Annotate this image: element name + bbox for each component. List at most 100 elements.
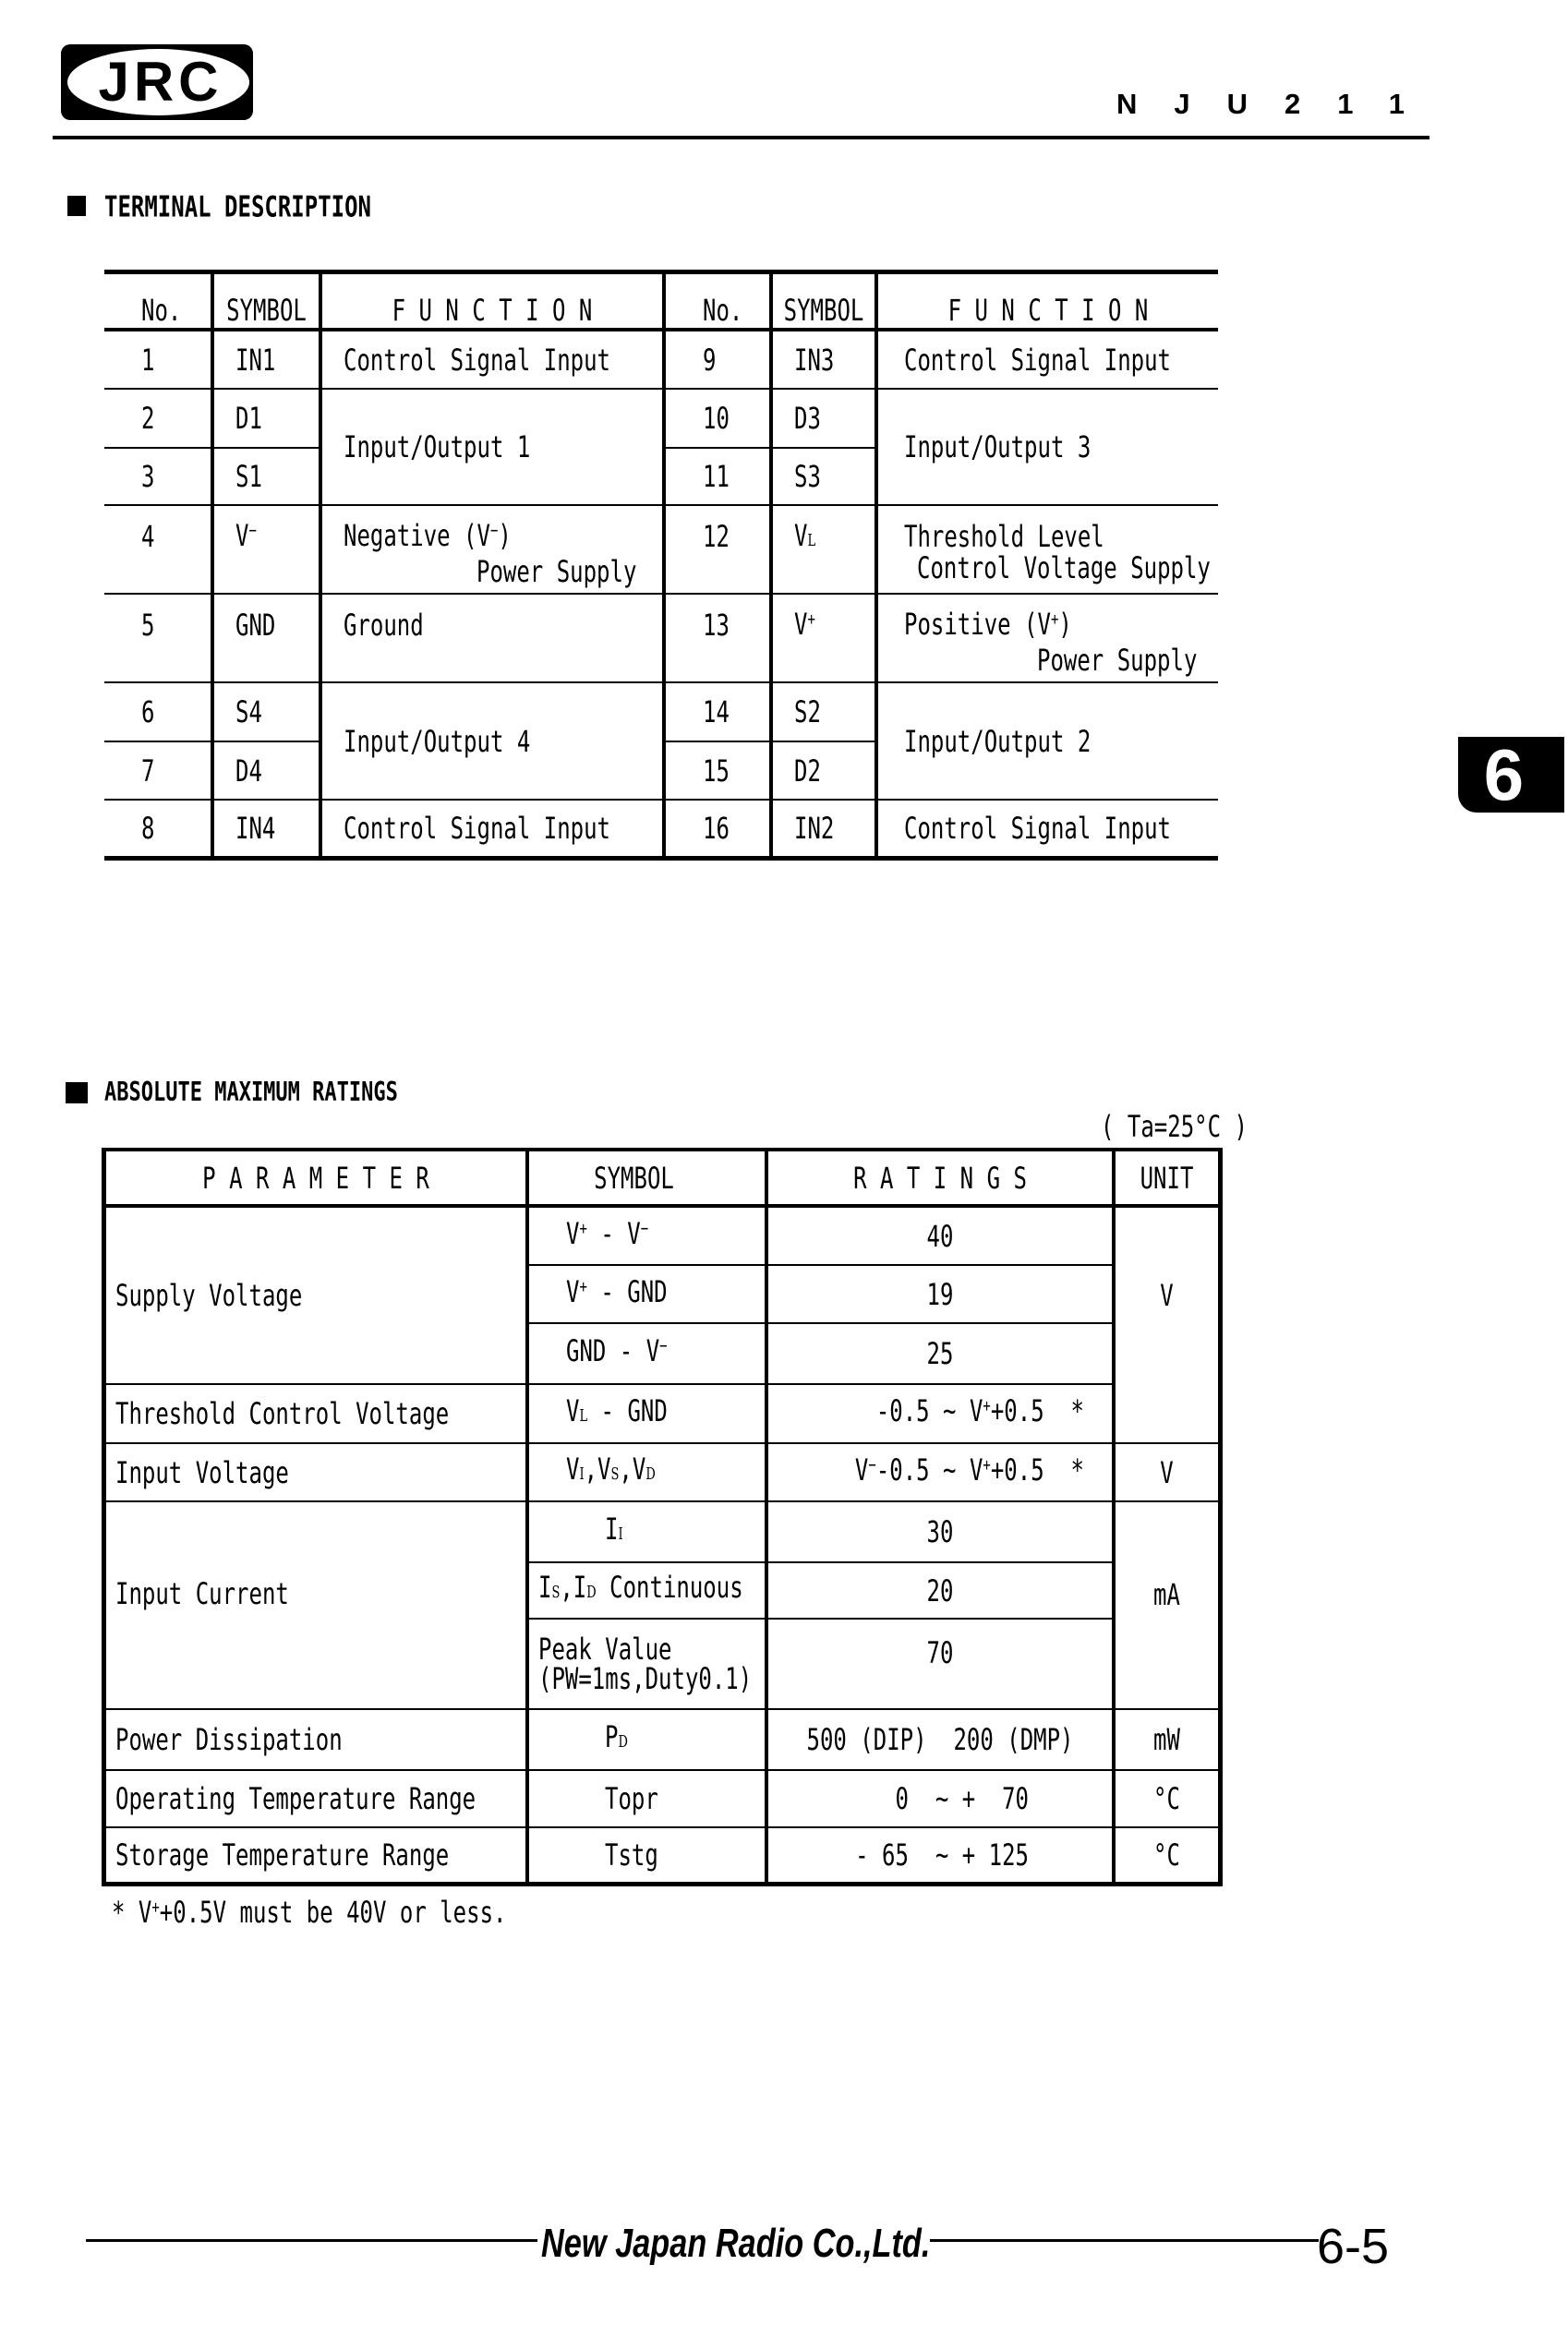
pin-number: 8 (104, 801, 214, 861)
text-segment: * V (112, 1895, 152, 1931)
text-segment: IN2 (794, 811, 835, 846)
unit-text: V (1160, 1278, 1174, 1313)
unit-text: °C (1153, 1781, 1180, 1816)
text-segment: D3 (794, 401, 821, 436)
text-segment: Negative (V (344, 518, 490, 554)
symbol-cell: Tstg (529, 1828, 768, 1886)
pin-symbol: D3 (773, 390, 878, 449)
pin-symbol-text: V− (235, 514, 257, 561)
pin-symbol-text: IN1 (235, 340, 275, 379)
text-segment: Input/Output 2 (904, 723, 1092, 759)
pin-number: 5 (104, 595, 214, 683)
text-segment: Control Voltage Supply (917, 550, 1211, 585)
text-segment: Control Signal Input (344, 342, 610, 378)
footer-rule-left (86, 2239, 537, 2242)
parameter-name: Power Dissipation (102, 1710, 529, 1771)
pin-number: 4 (104, 506, 214, 595)
header-label: R A T I N G S (853, 1160, 1027, 1196)
header-label: P A R A M E T E R (202, 1160, 429, 1196)
pin-number: 2 (104, 390, 214, 449)
rating-value: 30 (768, 1502, 1116, 1563)
symbol-cell: Peak Value (PW=1ms,Duty0.1) (529, 1620, 768, 1710)
pin-function: Input/Output 4 (322, 683, 666, 801)
pin-symbol: D1 (214, 390, 322, 449)
text-segment: 0 ∼ + 70 (895, 1781, 1030, 1816)
pin-symbol-text: S3 (794, 456, 821, 496)
text-segment: - GND (587, 1392, 668, 1428)
text-segment: +0.5 * (990, 1452, 1084, 1488)
pin-symbol-text: IN2 (794, 808, 834, 848)
parameter-name: Storage Temperature Range (102, 1828, 529, 1886)
text-segment: Topr (605, 1781, 658, 1816)
text-segment: ,V (584, 1452, 611, 1488)
unit-cell: °C (1116, 1771, 1223, 1828)
header-function-right: F U N C T I O N (878, 270, 1218, 331)
rating-text: 25 (927, 1333, 954, 1373)
section-bullet-icon (66, 1082, 88, 1103)
text-segment: Input/Output 1 (344, 429, 531, 464)
pin-number-text: 10 (703, 401, 730, 436)
pin-function: Negative (V−) Power Supply (322, 506, 666, 595)
pin-function-text: Control Voltage Supply (904, 547, 1211, 589)
symbol-cell: II (529, 1502, 768, 1563)
pin-number: 6 (104, 683, 214, 742)
text-segment: +0.5 * (990, 1393, 1084, 1429)
text-segment: GND - V (566, 1333, 660, 1369)
header-label: SYMBOL (226, 293, 307, 328)
header-function-left: F U N C T I O N (322, 270, 666, 331)
pin-symbol-text: V+ (794, 603, 815, 650)
pin-function-text: Input/Output 3 (904, 427, 1091, 466)
pin-symbol-text: D4 (235, 751, 262, 790)
unit-text: mW (1153, 1722, 1180, 1757)
pin-symbol-text: IN3 (794, 340, 834, 379)
pin-number-text: 1 (141, 342, 155, 378)
pin-number-text: 13 (703, 608, 730, 643)
unit-cell: mW (1116, 1710, 1223, 1771)
header-label: No. (141, 293, 182, 328)
pin-number: 9 (666, 331, 773, 390)
header-symbol-right: SYMBOL (773, 270, 878, 331)
pin-number-text: 2 (141, 401, 155, 436)
unit-cell: °C (1116, 1828, 1223, 1886)
pin-number-text: 16 (703, 811, 730, 846)
text-segment: Input/Output 3 (904, 429, 1092, 464)
symbol-cell: Topr (529, 1771, 768, 1828)
pin-symbol-text: D1 (235, 398, 262, 438)
parameter-name: Input Current (102, 1502, 529, 1710)
text-segment: - 65 ∼ + 125 (855, 1837, 1029, 1873)
pin-symbol-text: IN4 (235, 808, 275, 848)
rating-value: 19 (768, 1266, 1116, 1324)
rating-text: 40 (927, 1216, 954, 1256)
symbol-note-text: (PW=1ms,Duty0.1) (538, 1658, 752, 1698)
pin-symbol: S4 (214, 683, 322, 742)
pin-symbol: IN3 (773, 331, 878, 390)
subscript: L (807, 532, 816, 551)
rating-text: - 65 ∼ + 125 (855, 1835, 1029, 1874)
symbol-cell: VL - GND (529, 1385, 768, 1444)
pin-number: 11 (666, 449, 773, 506)
pin-function: Ground (322, 595, 666, 683)
superscript: + (579, 1218, 587, 1239)
logo-ellipse: JRC (67, 49, 249, 115)
ratings-footnote: * V++0.5V must be 40V or less. (112, 1893, 506, 1938)
text-segment: V (566, 1452, 580, 1488)
text-segment: Continuous (596, 1570, 743, 1606)
pin-function-text: Input/Output 4 (344, 721, 530, 761)
symbol-cell: GND - V− (529, 1324, 768, 1385)
footer-rule-right (930, 2239, 1319, 2242)
pin-function-text: Power Supply (904, 639, 1197, 681)
rating-value: 0 ∼ + 70 (768, 1771, 1116, 1828)
pin-number: 7 (104, 742, 214, 801)
symbol-cell: V+ - GND (529, 1266, 768, 1324)
unit-text: V (1160, 1454, 1174, 1490)
text-segment: D4 (235, 753, 262, 789)
section-title-absolute-maximum-ratings: ABSOLUTE MAXIMUM RATINGS (104, 1078, 398, 1108)
text-segment: V (566, 1392, 580, 1428)
pin-symbol-text: S1 (235, 456, 262, 496)
subscript: I (618, 1524, 623, 1544)
rating-text: 30 (927, 1512, 954, 1551)
ambient-temperature-condition: ( Ta=25°C ) (1101, 1109, 1248, 1144)
rating-value: -0.5 ∼ V++0.5 * (768, 1385, 1116, 1444)
pin-number: 3 (104, 449, 214, 506)
text-segment: V (794, 607, 808, 643)
